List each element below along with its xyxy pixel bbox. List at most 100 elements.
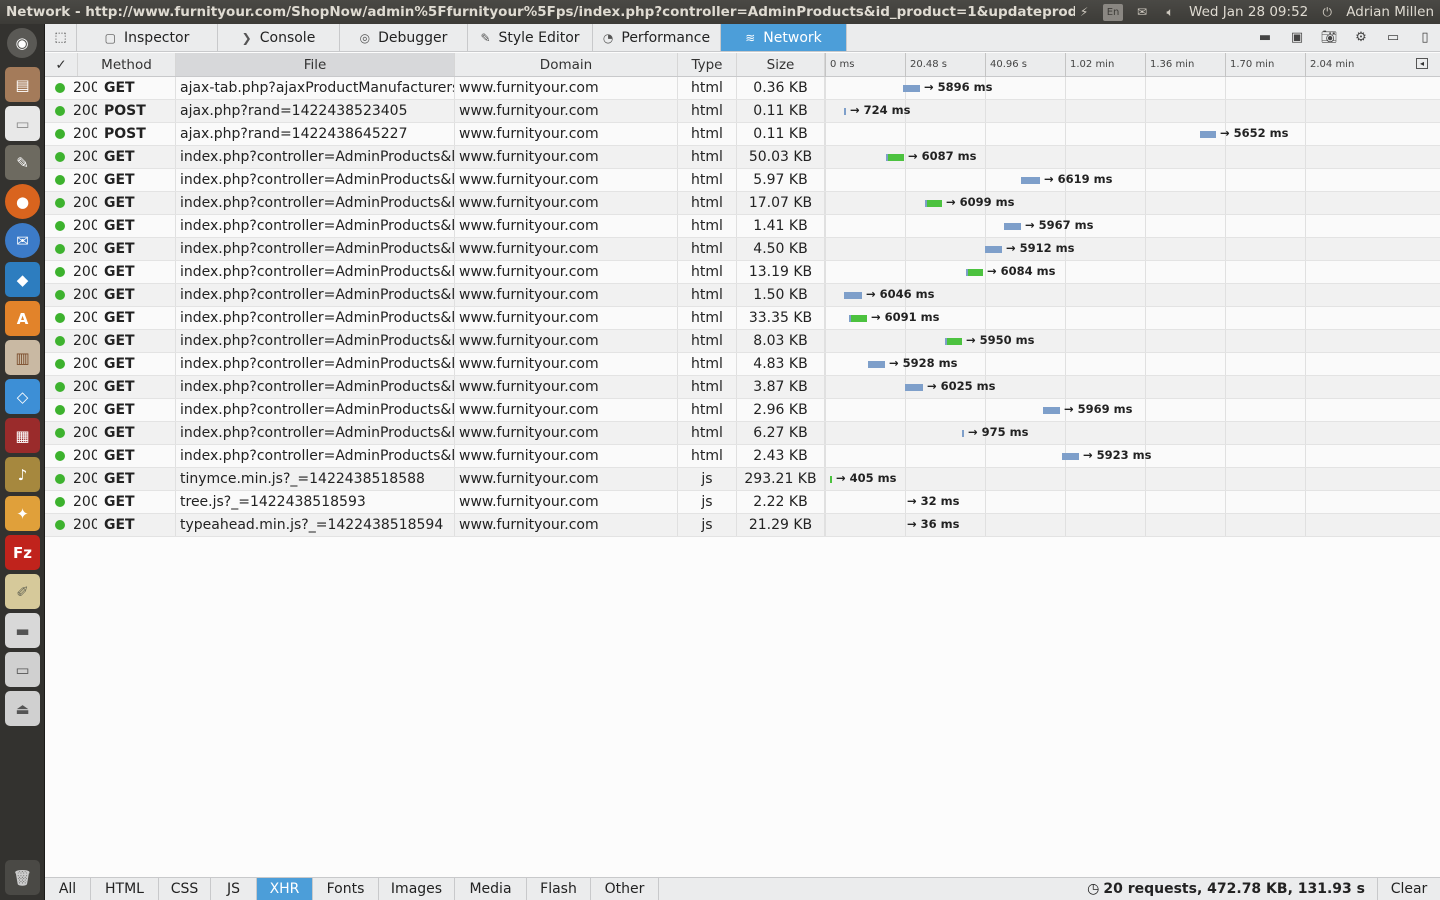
status-dot-icon bbox=[55, 428, 65, 438]
tab-style-editor[interactable]: ✎ Style Editor bbox=[468, 24, 593, 51]
filter-flash[interactable]: Flash bbox=[527, 878, 591, 900]
column-method[interactable]: Method bbox=[78, 53, 176, 76]
gimp-icon[interactable]: ✎ bbox=[5, 145, 40, 180]
waterfall-gridline bbox=[825, 307, 826, 329]
table-row[interactable]: 200 GET index.php?controller=AdminProducts… bbox=[45, 215, 1440, 238]
timing-wait-segment bbox=[1004, 223, 1021, 230]
waterfall-gridline bbox=[1305, 238, 1306, 260]
filter-css[interactable]: CSS bbox=[159, 878, 211, 900]
network-icon[interactable]: ⚡ bbox=[1075, 4, 1093, 20]
drive-icon-2[interactable]: ▭ bbox=[5, 652, 40, 687]
drive-icon-3[interactable]: ⏏ bbox=[5, 691, 40, 726]
document-icon[interactable]: ▭ bbox=[5, 106, 40, 141]
waterfall-cell: → 5652 ms bbox=[825, 123, 1440, 145]
files-icon[interactable]: ▤ bbox=[5, 67, 40, 102]
table-row[interactable]: 200 GET index.php?controller=AdminProducts… bbox=[45, 399, 1440, 422]
libreoffice-icon[interactable]: ▥ bbox=[5, 340, 40, 375]
table-row[interactable]: 200 GET index.php?controller=AdminProducts… bbox=[45, 353, 1440, 376]
column-waterfall[interactable]: 0 ms 20.48 s 40.96 s 1.02 min 1.36 min 1… bbox=[825, 53, 1440, 77]
trash-icon[interactable]: 🗑︎ bbox=[5, 860, 40, 895]
table-row[interactable]: 200 GET index.php?controller=AdminProducts… bbox=[45, 192, 1440, 215]
waterfall-gridline bbox=[1225, 284, 1226, 306]
tab-inspector[interactable]: ▢ Inspector bbox=[77, 24, 218, 51]
requests-summary[interactable]: ◷ 20 requests, 472.78 KB, 131.93 s bbox=[1075, 878, 1378, 900]
status-dot-icon bbox=[55, 152, 65, 162]
tab-performance[interactable]: ◔ Performance bbox=[593, 24, 721, 51]
kodi-icon[interactable]: ◆ bbox=[5, 262, 40, 297]
column-type[interactable]: Type bbox=[678, 53, 737, 76]
table-row[interactable]: 200 GET tree.js?_=1422438518593 www.furnity… bbox=[45, 491, 1440, 514]
firefox-icon[interactable]: ● bbox=[5, 184, 40, 219]
method-cell: GET bbox=[97, 261, 176, 283]
table-row[interactable]: 200 GET index.php?controller=AdminProducts… bbox=[45, 146, 1440, 169]
waterfall-gridline bbox=[1145, 77, 1146, 99]
domain-cell: www.furnityour.com bbox=[455, 100, 678, 122]
clock[interactable]: Wed Jan 28 09:52 bbox=[1189, 4, 1308, 20]
drive-icon[interactable]: ▬ bbox=[5, 613, 40, 648]
user-name[interactable]: Adrian Millen bbox=[1346, 4, 1434, 20]
column-status-check[interactable]: ✓ bbox=[45, 53, 78, 76]
filter-html[interactable]: HTML bbox=[91, 878, 159, 900]
filter-js[interactable]: JS bbox=[211, 878, 257, 900]
software-center-icon[interactable]: A bbox=[5, 301, 40, 336]
keyboard-indicator[interactable]: En bbox=[1103, 3, 1124, 21]
table-row[interactable]: 200 GET ajax-tab.php?ajaxProductManufactur… bbox=[45, 77, 1440, 100]
tab-console[interactable]: ❯ Console bbox=[218, 24, 340, 51]
responsive-mode-icon[interactable]: ▣ bbox=[1288, 29, 1306, 47]
settings-icon[interactable]: ⚙ bbox=[1352, 29, 1370, 47]
filter-images[interactable]: Images bbox=[379, 878, 455, 900]
column-domain[interactable]: Domain bbox=[455, 53, 678, 76]
table-row[interactable]: 200 GET index.php?controller=AdminProducts… bbox=[45, 422, 1440, 445]
thunderbird-icon[interactable]: ✉ bbox=[5, 223, 40, 258]
volume-icon[interactable]: 🔈︎ bbox=[1161, 4, 1179, 20]
table-row[interactable]: 200 POST ajax.php?rand=1422438523405 www.fu… bbox=[45, 100, 1440, 123]
column-size[interactable]: Size bbox=[737, 53, 825, 76]
inkscape-icon[interactable]: ✦ bbox=[5, 496, 40, 531]
dock-bottom-icon[interactable]: ▭ bbox=[1384, 29, 1402, 47]
dropbox-icon[interactable]: ◇ bbox=[5, 379, 40, 414]
notes-icon[interactable]: ✐ bbox=[5, 574, 40, 609]
dock-side-icon[interactable]: ▯ bbox=[1416, 29, 1434, 47]
domain-cell: www.furnityour.com bbox=[455, 514, 678, 536]
table-row[interactable]: 200 GET index.php?controller=AdminProducts… bbox=[45, 238, 1440, 261]
table-row[interactable]: 200 POST ajax.php?rand=1422438645227 www.fu… bbox=[45, 123, 1440, 146]
timing-label: → 6619 ms bbox=[1044, 172, 1113, 186]
table-row[interactable]: 200 GET index.php?controller=AdminProducts… bbox=[45, 330, 1440, 353]
element-picker-icon[interactable]: ⬚ bbox=[45, 24, 77, 51]
power-icon[interactable]: ⏻ bbox=[1318, 4, 1336, 20]
filter-other[interactable]: Other bbox=[591, 878, 659, 900]
dash-icon[interactable]: ◉ bbox=[7, 28, 37, 58]
toggle-sidebar-icon[interactable]: ◂ bbox=[1416, 58, 1428, 69]
split-console-icon[interactable]: ▬ bbox=[1256, 29, 1274, 47]
filter-xhr[interactable]: XHR bbox=[257, 878, 313, 900]
tab-network[interactable]: ≋ Network bbox=[721, 24, 847, 51]
table-row[interactable]: 200 GET index.php?controller=AdminProducts… bbox=[45, 169, 1440, 192]
table-row[interactable]: 200 GET index.php?controller=AdminProducts… bbox=[45, 307, 1440, 330]
filezilla-icon[interactable]: Fz bbox=[5, 535, 40, 570]
waterfall-gridline bbox=[905, 514, 906, 536]
tab-debugger[interactable]: ◎ Debugger bbox=[340, 24, 468, 51]
table-row[interactable]: 200 GET tinymce.min.js?_=1422438518588 www.… bbox=[45, 468, 1440, 491]
filter-all[interactable]: All bbox=[45, 878, 91, 900]
screenshot-icon[interactable]: 📷︎ bbox=[1320, 29, 1338, 47]
clear-button[interactable]: Clear bbox=[1378, 878, 1440, 900]
mail-icon[interactable]: ✉ bbox=[1133, 4, 1151, 20]
table-row[interactable]: 200 GET index.php?controller=AdminProducts… bbox=[45, 261, 1440, 284]
waterfall-gridline bbox=[825, 100, 826, 122]
table-row[interactable]: 200 GET index.php?controller=AdminProducts… bbox=[45, 284, 1440, 307]
type-cell: html bbox=[678, 284, 737, 306]
filter-media[interactable]: Media bbox=[455, 878, 527, 900]
method-cell: GET bbox=[97, 238, 176, 260]
filter-fonts[interactable]: Fonts bbox=[313, 878, 379, 900]
table-row[interactable]: 200 GET typeahead.min.js?_=1422438518594 ww… bbox=[45, 514, 1440, 537]
waterfall-cell: → 975 ms bbox=[825, 422, 1440, 444]
table-row[interactable]: 200 GET index.php?controller=AdminProducts… bbox=[45, 445, 1440, 468]
column-file[interactable]: File bbox=[176, 53, 455, 76]
method-cell: GET bbox=[97, 215, 176, 237]
status-dot-icon bbox=[55, 405, 65, 415]
music-icon[interactable]: ♪ bbox=[5, 457, 40, 492]
timing-label: → 5928 ms bbox=[889, 356, 958, 370]
media-icon[interactable]: ▦ bbox=[5, 418, 40, 453]
table-row[interactable]: 200 GET index.php?controller=AdminProducts… bbox=[45, 376, 1440, 399]
method-cell: GET bbox=[97, 284, 176, 306]
